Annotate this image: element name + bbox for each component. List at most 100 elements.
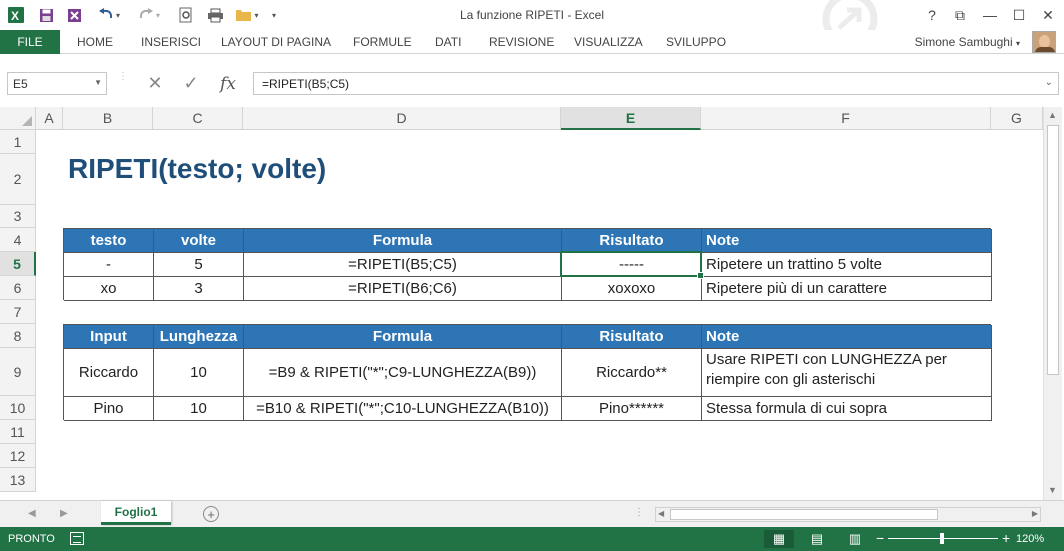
user-name[interactable]: Simone Sambughi ▾ [915, 35, 1020, 49]
row-header-5[interactable]: 5 [0, 252, 36, 276]
tab-home[interactable]: HOME [77, 35, 113, 49]
tab-sviluppo[interactable]: SVILUPPO [666, 35, 726, 49]
vertical-scrollbar[interactable]: ▲ ▼ [1043, 107, 1062, 500]
table-cell[interactable]: =RIPETI(B6;C6) [244, 277, 562, 301]
table-cell[interactable]: 3 [154, 277, 244, 301]
scroll-sheets-right-icon[interactable]: ▶ [60, 508, 68, 519]
row-header-9[interactable]: 9 [0, 348, 36, 396]
avatar[interactable] [1032, 31, 1056, 53]
row-header-3[interactable]: 3 [0, 205, 36, 228]
table-cell[interactable]: Stessa formula di cui sopra [702, 397, 992, 421]
row-header-10[interactable]: 10 [0, 396, 36, 420]
column-header-c[interactable]: C [153, 107, 243, 130]
table-cell[interactable]: - [64, 253, 154, 277]
status-bar: PRONTO ▦ ▤ ▥ − + 120% [0, 527, 1064, 551]
split-handle[interactable]: ⋮ [634, 507, 644, 518]
table-cell-selected[interactable]: ----- [562, 253, 702, 277]
row-header-11[interactable]: 11 [0, 420, 36, 444]
page-break-preview-icon[interactable]: ▥ [840, 530, 870, 548]
row-header-12[interactable]: 12 [0, 444, 36, 468]
tab-visualizza[interactable]: VISUALIZZA [574, 35, 643, 49]
row-header-8[interactable]: 8 [0, 324, 36, 348]
row-header-7[interactable]: 7 [0, 300, 36, 324]
table-header-cell[interactable]: Lunghezza [154, 325, 244, 349]
normal-view-icon[interactable]: ▦ [764, 530, 794, 548]
table-header-cell[interactable]: Note [702, 325, 992, 349]
sheet-heading[interactable]: RIPETI(testo; volte) [68, 153, 326, 185]
table-cell[interactable]: Riccardo** [562, 349, 702, 397]
table-cell[interactable]: Pino****** [562, 397, 702, 421]
close-button[interactable]: ✕ [1035, 4, 1061, 26]
table-cell[interactable]: =B10 & RIPETI("*";C10-LUNGHEZZA(B10)) [244, 397, 562, 421]
column-header-a[interactable]: A [36, 107, 63, 130]
table-cell[interactable]: =B9 & RIPETI("*";C9-LUNGHEZZA(B9)) [244, 349, 562, 397]
table-repeat-basic: testo volte Formula Risultato Note - 5 =… [63, 228, 992, 301]
worksheet-grid[interactable]: A B C D E F G 1 2 3 4 5 6 7 8 9 10 11 12… [0, 107, 1064, 500]
row-header-4[interactable]: 4 [0, 228, 36, 252]
scroll-left-icon[interactable]: ◀ [658, 509, 664, 518]
table-cell[interactable]: 5 [154, 253, 244, 277]
name-box-value: E5 [13, 77, 28, 91]
table-cell[interactable]: Usare RIPETI con LUNGHEZZA per riempire … [702, 349, 992, 397]
tab-dati[interactable]: DATI [435, 35, 461, 49]
zoom-level[interactable]: 120% [1016, 533, 1044, 545]
table-header-cell[interactable]: testo [64, 229, 154, 253]
insert-function-icon[interactable]: fx [214, 72, 242, 95]
user-name-label: Simone Sambughi [914, 35, 1013, 49]
zoom-out-icon[interactable]: − [876, 530, 884, 546]
zoom-slider-handle[interactable] [940, 533, 944, 544]
scroll-sheets-left-icon[interactable]: ◀ [28, 508, 36, 519]
table-cell[interactable]: Riccardo [64, 349, 154, 397]
table-header-cell[interactable]: Risultato [562, 229, 702, 253]
scroll-right-icon[interactable]: ▶ [1032, 509, 1038, 518]
column-header-f[interactable]: F [701, 107, 991, 130]
table-cell[interactable]: Ripetere un trattino 5 volte [702, 253, 992, 277]
table-header-cell[interactable]: volte [154, 229, 244, 253]
table-cell[interactable]: 10 [154, 397, 244, 421]
page-layout-view-icon[interactable]: ▤ [802, 530, 832, 548]
row-header-13[interactable]: 13 [0, 468, 36, 492]
table-header-cell[interactable]: Risultato [562, 325, 702, 349]
table-cell[interactable]: =RIPETI(B5;C5) [244, 253, 562, 277]
column-header-b[interactable]: B [63, 107, 153, 130]
table-cell[interactable]: xo [64, 277, 154, 301]
row-header-1[interactable]: 1 [0, 130, 36, 154]
sheet-tab-foglio1[interactable]: Foglio1 [101, 501, 171, 525]
table-header-cell[interactable]: Input [64, 325, 154, 349]
horizontal-scroll-thumb[interactable] [670, 509, 938, 520]
name-box[interactable]: E5 ▼ [7, 72, 107, 95]
check-icon[interactable]: ✓ [178, 72, 204, 95]
macro-record-icon[interactable] [70, 532, 84, 545]
expand-formula-bar-icon[interactable]: ⌄ [1045, 77, 1053, 88]
maximize-button[interactable]: ☐ [1006, 4, 1032, 26]
row-header-2[interactable]: 2 [0, 154, 36, 205]
scroll-down-icon[interactable]: ▼ [1048, 485, 1057, 495]
horizontal-scrollbar[interactable]: ◀ ▶ [655, 507, 1041, 522]
table-header-cell[interactable]: Formula [244, 325, 562, 349]
tab-formule[interactable]: FORMULE [353, 35, 412, 49]
select-all-button[interactable] [0, 107, 36, 130]
tab-layout-di-pagina[interactable]: LAYOUT DI PAGINA [221, 35, 331, 49]
zoom-in-icon[interactable]: + [1002, 530, 1010, 546]
table-cell[interactable]: Pino [64, 397, 154, 421]
table-cell[interactable]: xoxoxo [562, 277, 702, 301]
cancel-icon[interactable]: ✕ [142, 72, 168, 95]
table-header-cell[interactable]: Note [702, 229, 992, 253]
add-sheet-icon[interactable]: + [203, 506, 219, 522]
row-header-6[interactable]: 6 [0, 276, 36, 300]
help-button[interactable]: ? [919, 4, 945, 26]
column-header-e[interactable]: E [561, 107, 701, 130]
table-cell[interactable]: Ripetere più di un carattere [702, 277, 992, 301]
table-header-cell[interactable]: Formula [244, 229, 562, 253]
tab-inserisci[interactable]: INSERISCI [141, 35, 201, 49]
formula-input[interactable]: =RIPETI(B5;C5) ⌄ [253, 72, 1059, 95]
scroll-thumb[interactable] [1047, 125, 1059, 375]
column-header-d[interactable]: D [243, 107, 561, 130]
table-cell[interactable]: 10 [154, 349, 244, 397]
tab-file[interactable]: FILE [0, 30, 60, 54]
minimize-button[interactable]: — [977, 4, 1003, 26]
tab-revisione[interactable]: REVISIONE [489, 35, 554, 49]
scroll-up-icon[interactable]: ▲ [1048, 110, 1057, 120]
column-header-g[interactable]: G [991, 107, 1043, 130]
ribbon-display-options-button[interactable]: ⧉ [947, 4, 973, 26]
